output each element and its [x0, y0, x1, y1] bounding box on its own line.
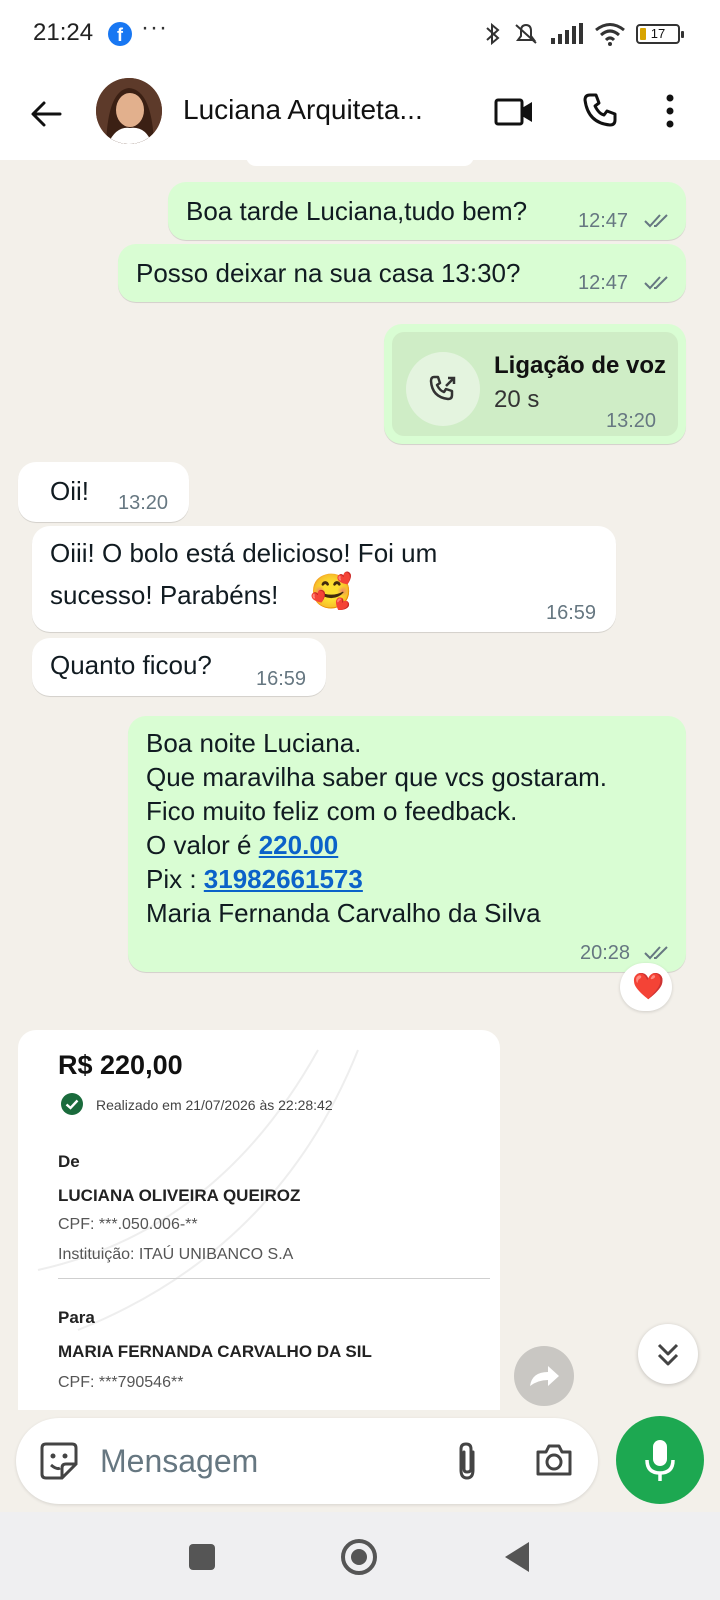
message-text-line: Que maravilha saber que vcs gostaram.	[146, 762, 607, 792]
pix-phone-link[interactable]: 31982661573	[204, 864, 363, 894]
attach-icon[interactable]	[452, 1440, 482, 1482]
call-title: Ligação de voz	[494, 352, 667, 379]
video-call-icon[interactable]	[494, 96, 534, 128]
payment-receipt-image[interactable]: R$ 220,00 Realizado em 21/07/2026 às 22:…	[18, 1030, 500, 1410]
back-button[interactable]	[505, 1542, 529, 1572]
message-text-line: Maria Fernanda Carvalho da Silva	[146, 898, 541, 928]
message-input[interactable]	[100, 1440, 340, 1482]
message-text: Quanto ficou?	[50, 650, 212, 680]
message-time: 13:20	[118, 492, 169, 514]
message-text-line: Boa noite Luciana.	[146, 728, 362, 758]
status-bar: 21:24 f ··· 17	[0, 0, 720, 68]
chat-area[interactable]: Boa tarde Luciana,tudo bem? 12:47 Posso …	[0, 160, 720, 1410]
recents-button[interactable]	[189, 1544, 215, 1570]
home-button[interactable]	[341, 1539, 377, 1575]
receipt-amount: R$ 220,00	[58, 1050, 183, 1080]
call-icon-circle	[406, 352, 480, 426]
more-vert-icon[interactable]	[666, 94, 674, 128]
heart-emoji: ❤️	[632, 971, 665, 1001]
pix-prefix: Pix :	[146, 864, 204, 894]
message-time: 16:59	[546, 602, 597, 624]
read-ticks-icon	[644, 276, 668, 290]
system-navigation-bar	[0, 1512, 720, 1600]
bluetooth-icon	[486, 22, 500, 46]
outgoing-message[interactable]: Boa noite Luciana. Que maravilha saber q…	[128, 716, 686, 972]
to-cpf: CPF: ***790546**	[58, 1374, 184, 1391]
to-name: MARIA FERNANDA CARVALHO DA SIL	[58, 1342, 372, 1361]
camera-icon[interactable]	[534, 1440, 574, 1480]
outgoing-call-icon	[429, 375, 456, 401]
reaction-badge[interactable]: ❤️	[620, 963, 672, 1011]
sticker-icon[interactable]	[38, 1440, 80, 1482]
message-time: 20:28	[580, 942, 631, 964]
outgoing-message[interactable]: Boa tarde Luciana,tudo bem? 12:47	[168, 182, 686, 240]
message-text: Boa tarde Luciana,tudo bem?	[186, 196, 528, 226]
previous-message-edge	[246, 160, 474, 166]
message-text-line: Fico muito feliz com o feedback.	[146, 796, 518, 826]
contact-name[interactable]: Luciana Arquiteta...	[183, 94, 453, 126]
value-line: O valor é 220.00	[146, 828, 338, 862]
voice-record-button[interactable]	[616, 1416, 704, 1504]
message-text-line: sucesso! Parabéns!	[50, 580, 279, 610]
battery-label: 17	[650, 26, 666, 41]
smiling-hearts-emoji: 🥰	[310, 573, 353, 611]
double-chevron-down-icon	[657, 1343, 679, 1366]
voice-call-card[interactable]: Ligação de voz 20 s 13:20	[392, 332, 678, 436]
message-time: 12:47	[578, 272, 629, 294]
receipt-divider	[58, 1278, 490, 1279]
from-label: De	[58, 1152, 80, 1171]
status-time: 21:24	[33, 19, 94, 46]
facebook-icon: f	[108, 22, 132, 46]
message-text: Posso deixar na sua casa 13:30?	[136, 258, 521, 288]
phone-icon[interactable]	[582, 92, 618, 128]
from-name: LUCIANA OLIVEIRA QUEIROZ	[58, 1186, 301, 1205]
message-time: 13:20	[606, 410, 657, 432]
to-label: Para	[58, 1308, 95, 1327]
incoming-message[interactable]: Oii! 13:20	[18, 462, 189, 522]
value-prefix: O valor é	[146, 830, 259, 860]
message-time: 12:47	[578, 210, 629, 232]
message-composer	[16, 1418, 598, 1504]
outgoing-message[interactable]: Posso deixar na sua casa 13:30? 12:47	[118, 244, 686, 302]
scroll-to-bottom-button[interactable]	[638, 1324, 698, 1384]
check-circle-icon	[61, 1093, 83, 1115]
voice-call-message[interactable]: Ligação de voz 20 s 13:20	[384, 324, 686, 444]
read-ticks-icon	[644, 946, 668, 960]
signal-icon	[551, 23, 583, 44]
back-arrow-icon[interactable]	[26, 94, 66, 134]
call-duration: 20 s	[494, 386, 540, 413]
pix-line: Pix : 31982661573	[146, 862, 363, 896]
chat-header: Luciana Arquiteta...	[0, 68, 720, 160]
battery-icon: 17	[636, 24, 684, 44]
value-link[interactable]: 220.00	[259, 830, 339, 860]
status-icons: 17	[484, 18, 684, 50]
incoming-message[interactable]: Oiii! O bolo está delicioso! Foi um suce…	[32, 526, 616, 632]
message-text-line: Oiii! O bolo está delicioso! Foi um	[50, 538, 438, 568]
incoming-message[interactable]: Quanto ficou? 16:59	[32, 638, 326, 696]
microphone-icon	[645, 1440, 675, 1481]
wifi-icon	[595, 23, 625, 46]
message-time: 16:59	[256, 668, 307, 690]
more-notifications-icon: ···	[141, 14, 168, 41]
forward-icon	[530, 1366, 559, 1386]
receipt-date: Realizado em 21/07/2026 às 22:28:42	[96, 1097, 333, 1113]
message-text: Oii!	[50, 476, 89, 506]
from-institution: Instituição: ITAÚ UNIBANCO S.A	[58, 1246, 294, 1263]
read-ticks-icon	[644, 214, 668, 228]
from-cpf: CPF: ***.050.006-**	[58, 1216, 198, 1233]
silent-icon	[515, 23, 537, 44]
avatar[interactable]	[96, 78, 162, 144]
forward-button[interactable]	[514, 1346, 574, 1406]
